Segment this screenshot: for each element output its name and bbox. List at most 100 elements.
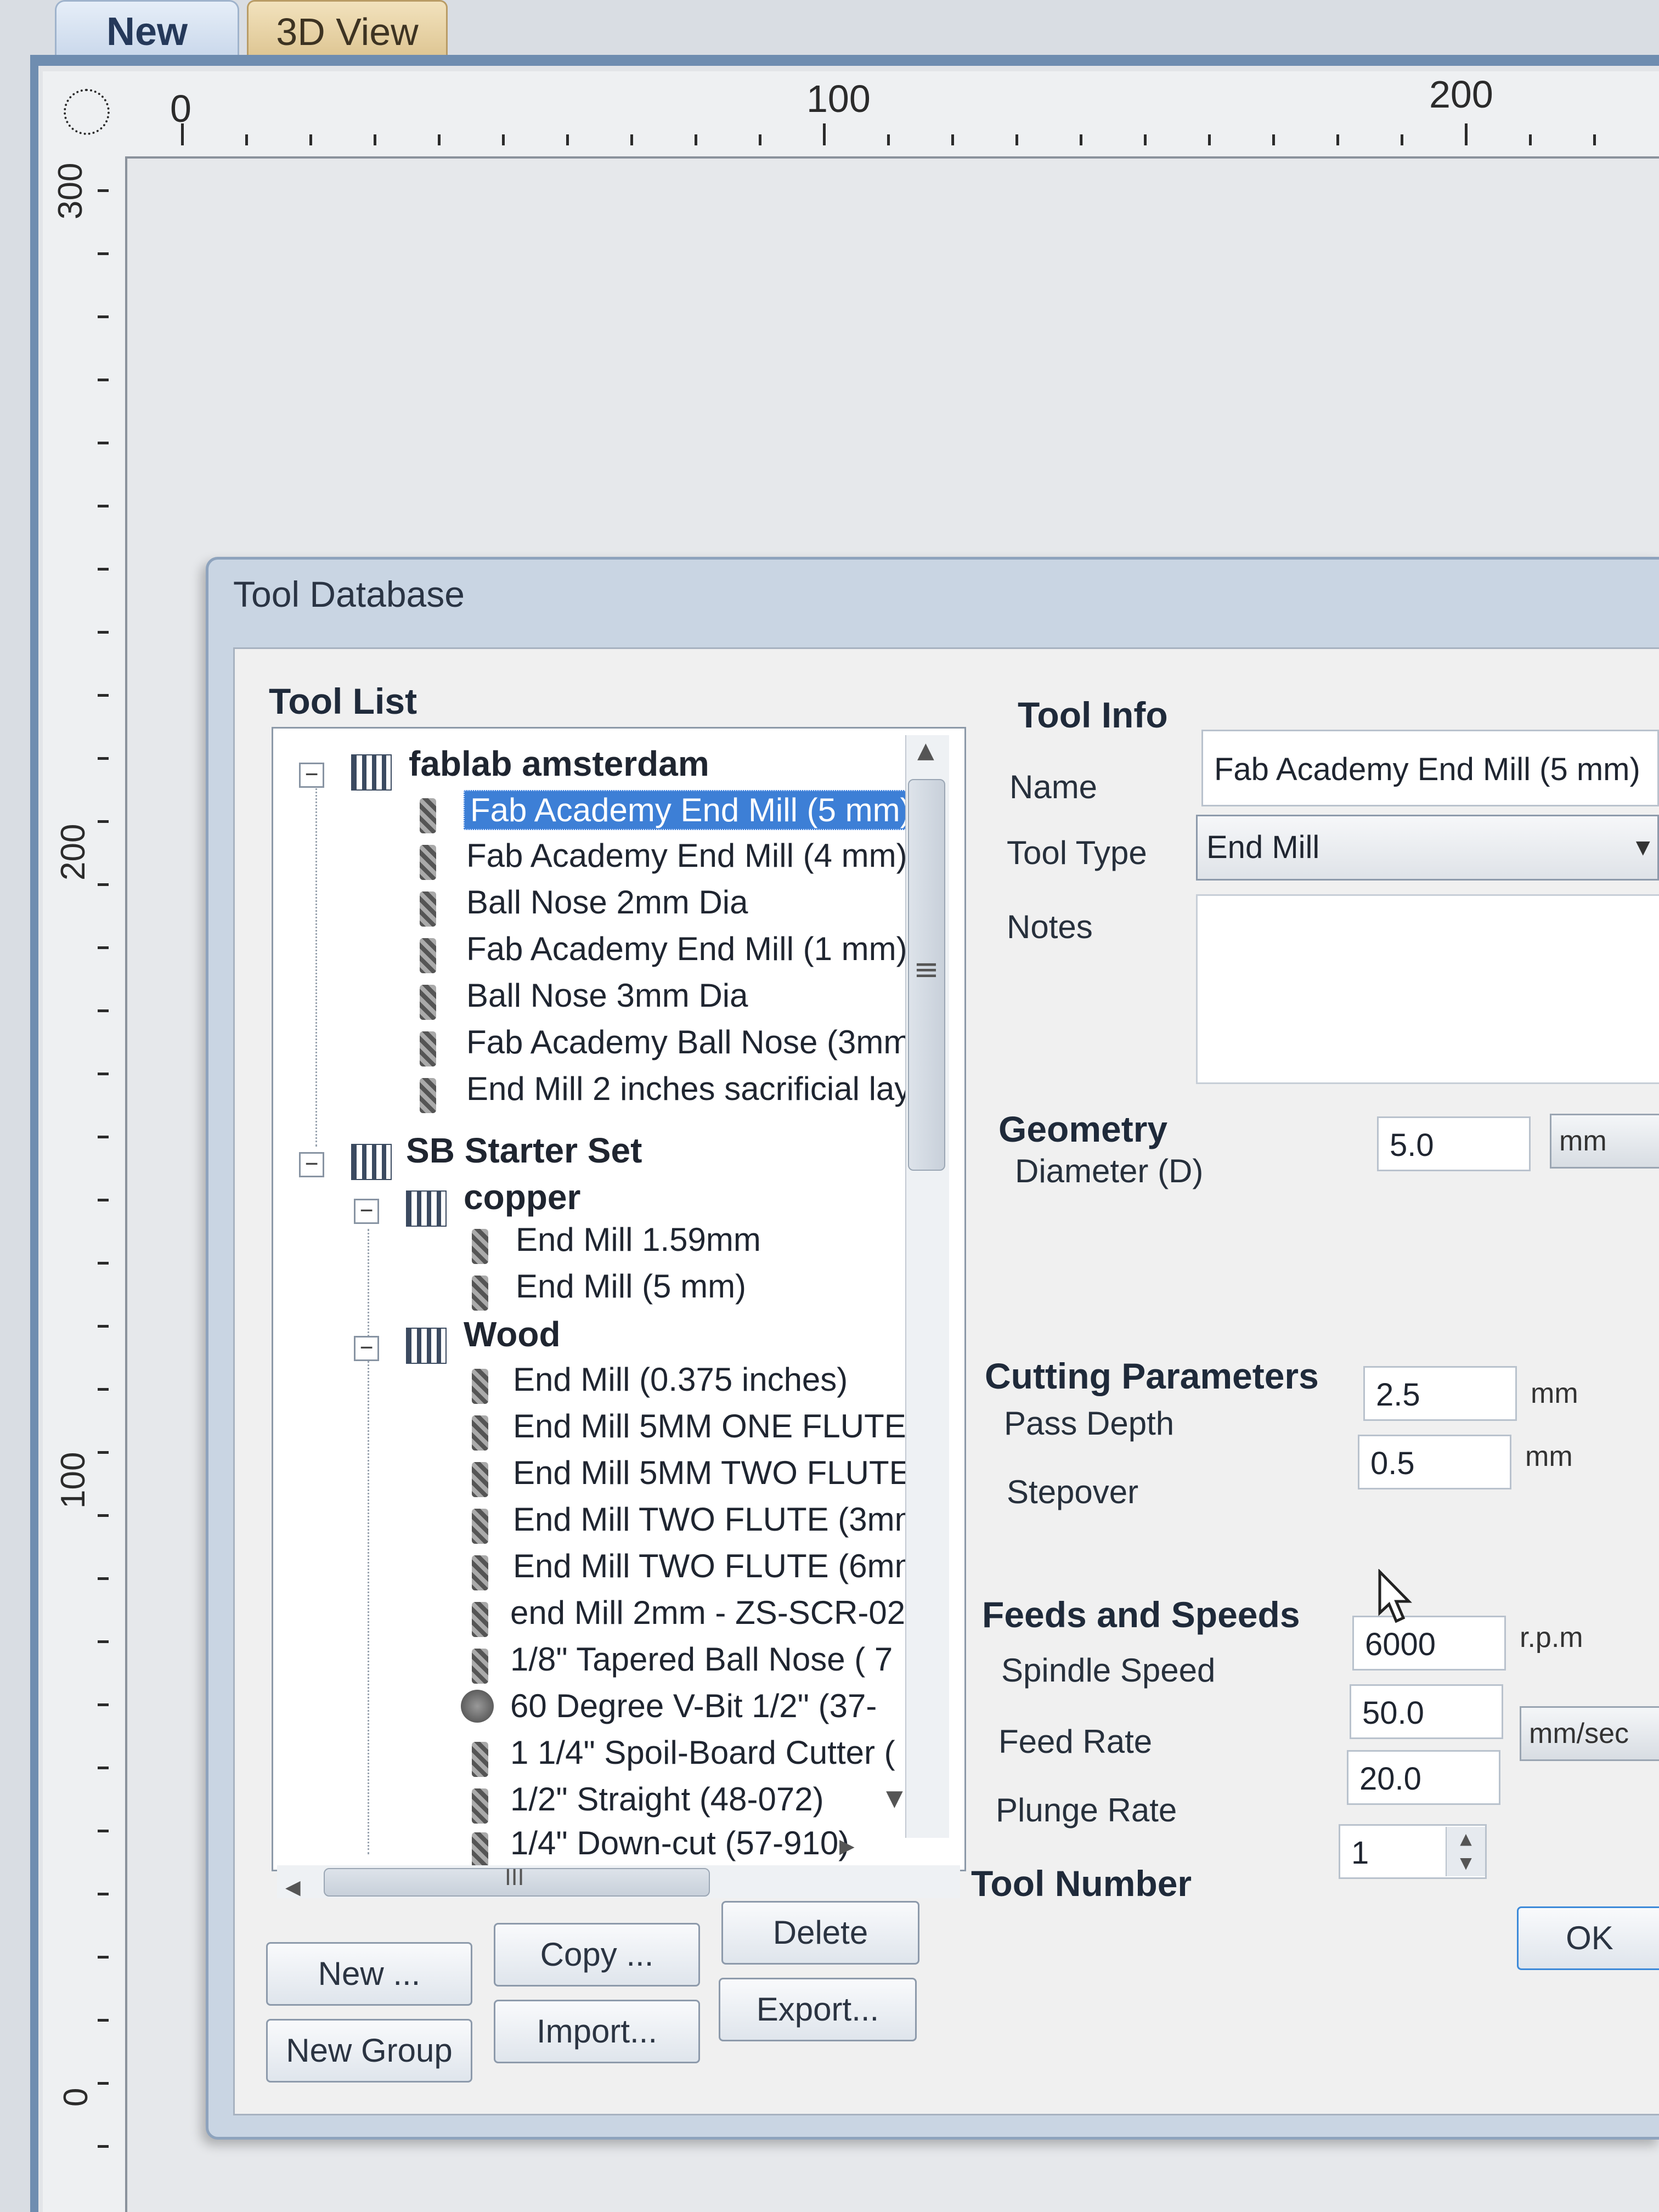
import-button[interactable]: Import... xyxy=(494,2000,700,2063)
tool-group-icon xyxy=(351,754,392,791)
tool-type-select[interactable]: End Mill ▼ xyxy=(1196,815,1659,881)
ruler-label: 200 xyxy=(1429,73,1493,116)
ruler-tick xyxy=(98,442,109,444)
spindle-speed-input[interactable]: 6000 xyxy=(1352,1616,1506,1671)
scroll-grip-icon: III xyxy=(505,1865,524,1891)
tree-item[interactable]: End Mill 1.59mm xyxy=(516,1221,761,1259)
tab-3d-view[interactable]: 3D View xyxy=(247,0,448,62)
diameter-input[interactable]: 5.0 xyxy=(1377,1116,1531,1171)
ok-button[interactable]: OK xyxy=(1517,1906,1659,1970)
tree-item[interactable]: End Mill 5MM TWO FLUTE xyxy=(513,1454,911,1492)
end-mill-icon xyxy=(472,1462,488,1497)
rate-unit-select[interactable]: mm/sec xyxy=(1520,1706,1659,1761)
stepover-input[interactable]: 0.5 xyxy=(1358,1435,1511,1489)
notes-textarea[interactable] xyxy=(1196,894,1659,1084)
new-group-button[interactable]: New Group xyxy=(266,2019,472,2083)
stepover-label: Stepover xyxy=(1007,1474,1139,1510)
tree-item[interactable]: End Mill 2 inches sacrificial laye xyxy=(466,1070,929,1108)
ruler-tick xyxy=(98,1388,109,1391)
horizontal-ruler: 0 100 200 xyxy=(126,71,1659,159)
tree-item[interactable]: end Mill 2mm - ZS-SCR-020 xyxy=(510,1594,924,1632)
delete-tool-button[interactable]: Delete xyxy=(721,1901,919,1965)
ruler-tick xyxy=(1465,123,1468,145)
tool-type-label: Tool Type xyxy=(1007,834,1147,871)
ruler-tick xyxy=(98,946,109,949)
stepover-unit: mm xyxy=(1525,1441,1573,1472)
tree-line xyxy=(368,1229,369,1854)
tree-group-sb-starter-set[interactable]: SB Starter Set xyxy=(406,1130,642,1171)
geometry-unit-select[interactable]: mm xyxy=(1550,1114,1659,1169)
ruler-tick xyxy=(98,1577,109,1580)
tree-group-fablab-amsterdam[interactable]: fablab amsterdam xyxy=(409,743,709,784)
tree-item[interactable]: Ball Nose 2mm Dia xyxy=(466,883,748,921)
spinner-up-icon[interactable]: ▲ xyxy=(1447,1827,1485,1851)
ruler-tick xyxy=(1529,134,1532,145)
ruler-tick xyxy=(98,1767,109,1769)
tree-group-wood[interactable]: Wood xyxy=(464,1314,561,1355)
tree-item[interactable]: 1 1/4" Spoil-Board Cutter ( xyxy=(510,1734,895,1771)
ruler-tick xyxy=(98,1325,109,1328)
tree-item[interactable]: Fab Academy Ball Nose (3mm) xyxy=(466,1023,922,1061)
dialog-title: Tool Database xyxy=(233,574,465,614)
ruler-tick xyxy=(98,1703,109,1706)
plunge-rate-input[interactable]: 20.0 xyxy=(1347,1750,1500,1805)
spinner-down-icon[interactable]: ▼ xyxy=(1447,1851,1485,1875)
plunge-rate-label: Plunge Rate xyxy=(996,1792,1177,1829)
tree-item[interactable]: Ball Nose 3mm Dia xyxy=(466,977,748,1014)
scroll-up-arrow-icon[interactable]: ▲ xyxy=(917,738,934,763)
ruler-tick xyxy=(98,505,109,507)
tree-item[interactable]: 1/8" Tapered Ball Nose ( 7 xyxy=(510,1640,893,1678)
ball-nose-icon xyxy=(472,1649,488,1684)
end-mill-icon xyxy=(472,1415,488,1451)
ruler-tick xyxy=(98,568,109,571)
ruler-tick xyxy=(630,134,633,145)
tree-item[interactable]: End Mill (0.375 inches) xyxy=(513,1361,848,1398)
ruler-label: 200 xyxy=(54,823,92,881)
ruler-tick xyxy=(98,1956,109,1959)
ball-nose-icon xyxy=(420,985,436,1020)
ruler-tick xyxy=(98,1199,109,1201)
end-mill-icon xyxy=(472,1602,488,1637)
collapse-toggle[interactable]: − xyxy=(299,1152,324,1177)
tab-new[interactable]: New xyxy=(55,0,239,62)
collapse-toggle[interactable]: − xyxy=(299,763,324,788)
tree-item[interactable]: End Mill TWO FLUTE (6mm xyxy=(513,1547,922,1585)
tree-item-selected[interactable]: Fab Academy End Mill (5 mm) xyxy=(464,790,918,830)
end-mill-icon xyxy=(472,1509,488,1544)
tree-line xyxy=(315,785,317,1147)
vertical-ruler: 300 200 100 0 xyxy=(43,156,127,2212)
collapse-toggle[interactable]: − xyxy=(354,1199,379,1224)
new-tool-button[interactable]: New ... xyxy=(266,1942,472,2006)
ruler-tick xyxy=(98,1136,109,1138)
ruler-tick xyxy=(98,1009,109,1012)
tool-name-field[interactable]: Fab Academy End Mill (5 mm) xyxy=(1201,730,1659,806)
v-bit-icon xyxy=(461,1690,494,1723)
tree-item[interactable]: 1/2" Straight (48-072) xyxy=(510,1780,824,1818)
pass-depth-input[interactable]: 2.5 xyxy=(1363,1366,1517,1421)
tree-item[interactable]: Fab Academy End Mill (4 mm) xyxy=(466,837,907,874)
copy-tool-button[interactable]: Copy ... xyxy=(494,1923,700,1987)
scroll-right-arrow-icon[interactable]: ▶ xyxy=(839,1835,855,1858)
ruler-tick xyxy=(438,134,441,145)
ruler-tick xyxy=(181,123,184,145)
chevron-down-icon: ▼ xyxy=(1631,834,1655,861)
tree-item[interactable]: 1/4" Down-cut (57-910) xyxy=(510,1824,849,1862)
end-mill-icon xyxy=(472,1832,488,1867)
collapse-toggle[interactable]: − xyxy=(354,1336,379,1361)
export-button[interactable]: Export... xyxy=(719,1978,917,2041)
tool-number-spinner[interactable]: ▲ ▼ xyxy=(1446,1827,1485,1876)
tree-item[interactable]: 60 Degree V-Bit 1/2" (37- xyxy=(510,1687,877,1725)
tree-item[interactable]: End Mill TWO FLUTE (3mm xyxy=(513,1500,922,1538)
ruler-tick xyxy=(1593,134,1596,145)
ruler-tick xyxy=(1336,134,1339,145)
ruler-tick xyxy=(951,134,954,145)
scroll-left-arrow-icon[interactable]: ◀ xyxy=(285,1876,301,1899)
tree-item[interactable]: Fab Academy End Mill (1 mm) xyxy=(466,930,907,968)
scroll-down-arrow-icon[interactable]: ▼ xyxy=(886,1786,903,1811)
tool-group-icon xyxy=(406,1328,447,1364)
ball-nose-icon xyxy=(420,1031,436,1066)
tree-group-copper[interactable]: copper xyxy=(464,1177,580,1217)
tree-item[interactable]: End Mill (5 mm) xyxy=(516,1267,746,1305)
feed-rate-input[interactable]: 50.0 xyxy=(1350,1684,1503,1739)
tree-item[interactable]: End Mill 5MM ONE FLUTE xyxy=(513,1407,906,1445)
